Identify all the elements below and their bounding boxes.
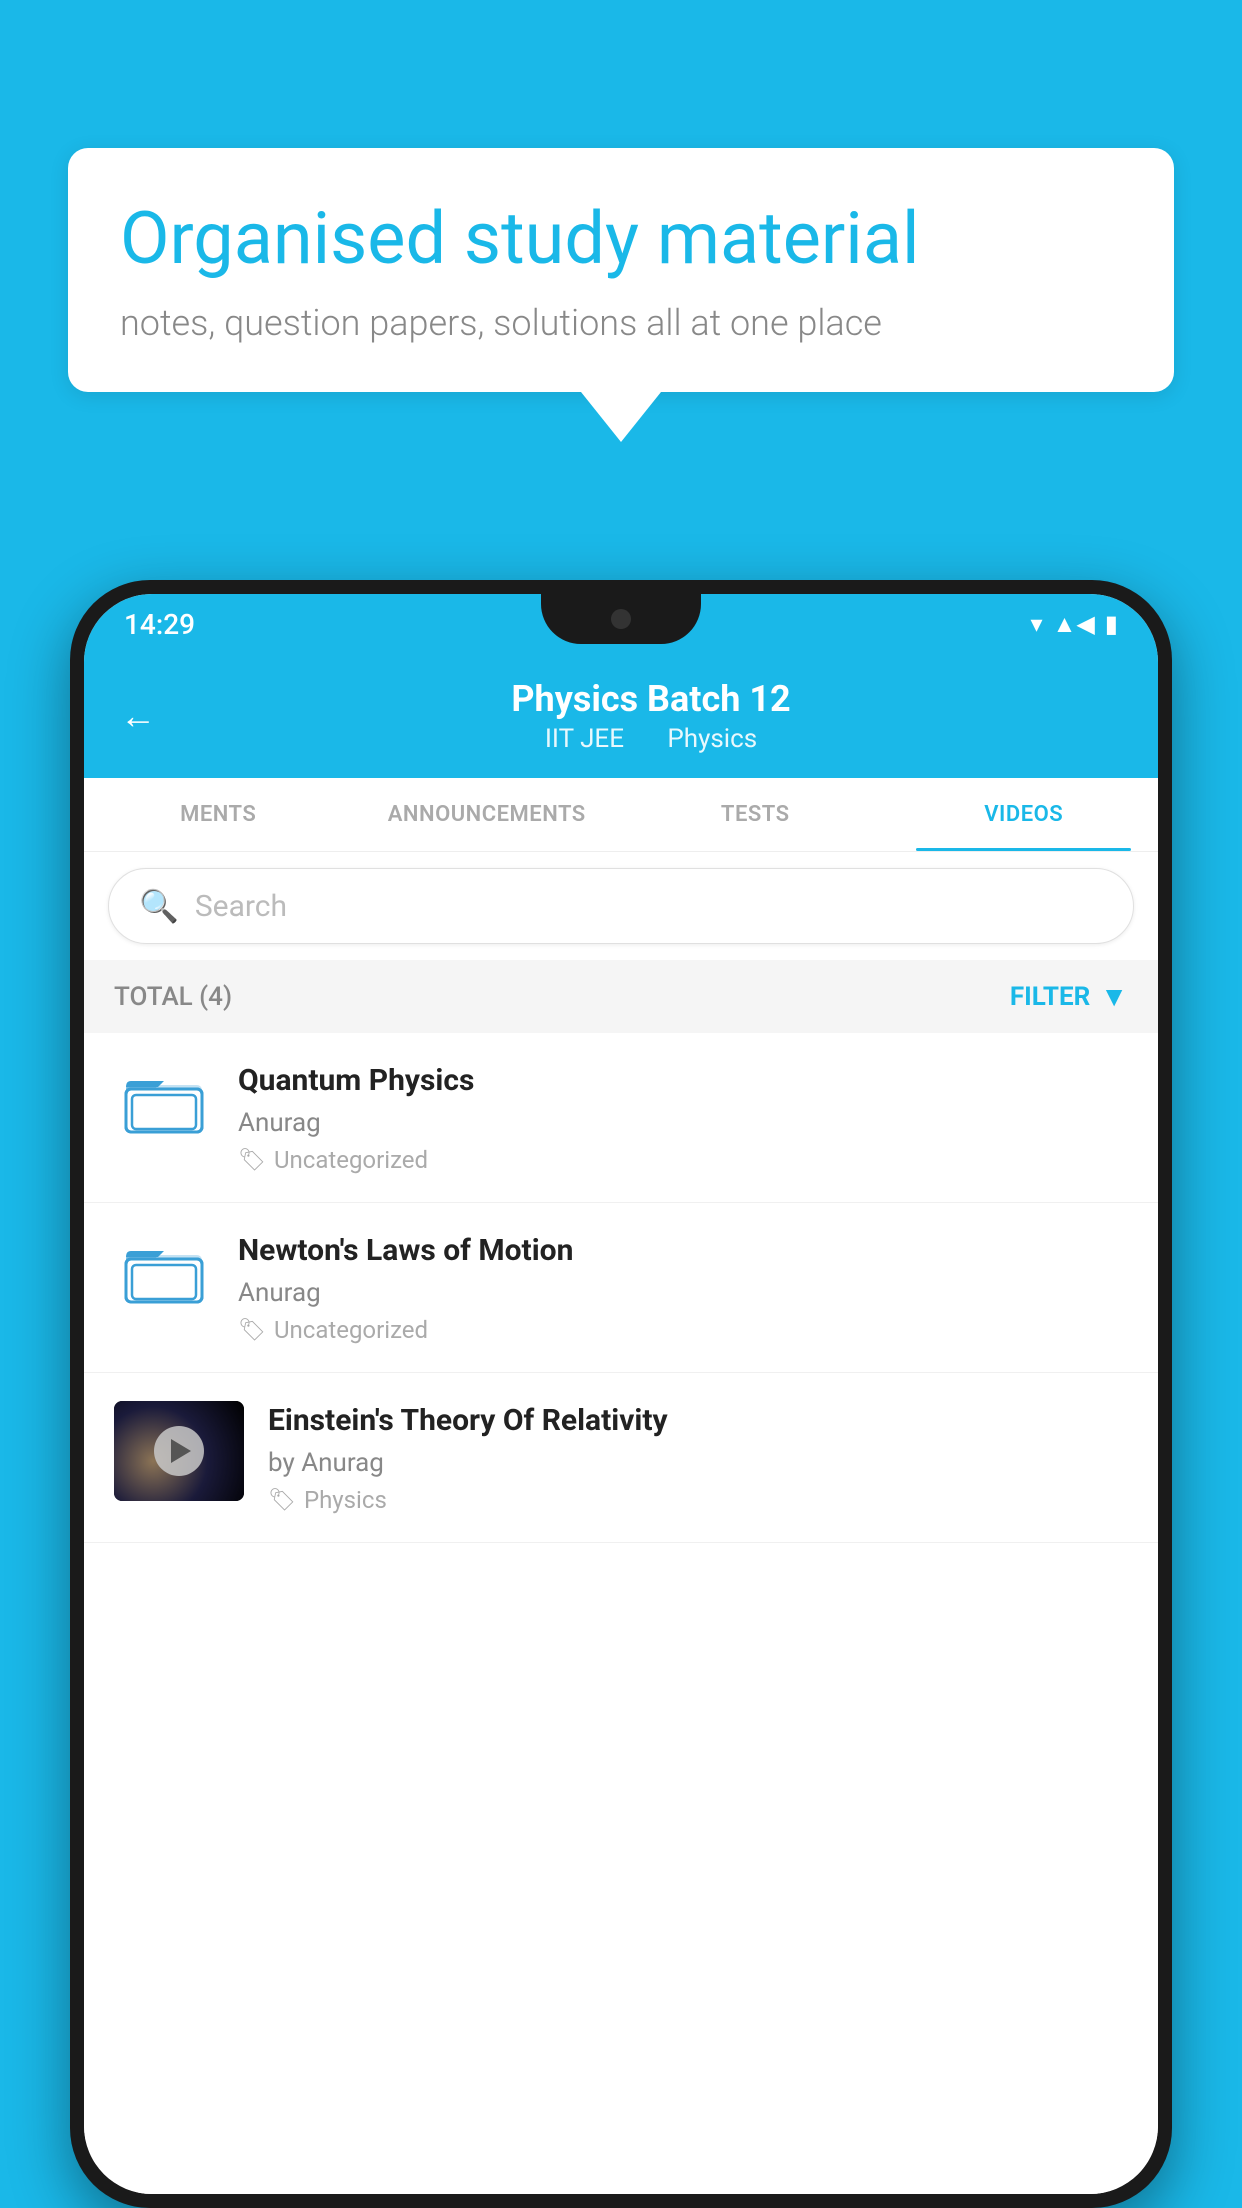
folder-icon-wrap: [114, 1061, 214, 1141]
list-item[interactable]: Quantum Physics Anurag 🏷 Uncategorized: [84, 1033, 1158, 1203]
total-count: TOTAL (4): [114, 982, 232, 1012]
filter-label: FILTER: [1010, 982, 1090, 1012]
hero-subtitle: notes, question papers, solutions all at…: [120, 302, 1122, 344]
tag-text: Uncategorized: [274, 1316, 428, 1344]
tag-icon: 🏷: [238, 1148, 266, 1173]
search-bar[interactable]: 🔍 Search: [108, 868, 1134, 944]
hero-section: Organised study material notes, question…: [68, 148, 1174, 442]
video-info: Newton's Laws of Motion Anurag 🏷 Uncateg…: [238, 1231, 1128, 1344]
list-item[interactable]: Einstein's Theory Of Relativity by Anura…: [84, 1373, 1158, 1543]
phone-screen: 14:29 ▾ ▲◀ ▮ ← Physics Batch 12: [84, 594, 1158, 2194]
tab-videos[interactable]: VIDEOS: [890, 778, 1159, 851]
phone-outer: 14:29 ▾ ▲◀ ▮ ← Physics Batch 12: [70, 580, 1172, 2208]
filter-icon: ▼: [1100, 980, 1128, 1013]
status-icons: ▾ ▲◀ ▮: [1031, 610, 1118, 639]
app-header: ← Physics Batch 12 IIT JEE Physics: [84, 654, 1158, 778]
tag-icon: 🏷: [238, 1318, 266, 1343]
signal-icon: ▲◀: [1053, 610, 1095, 639]
video-author: Anurag: [238, 1108, 1128, 1138]
tag-text: Uncategorized: [274, 1146, 428, 1174]
tag-icon: 🏷: [268, 1488, 296, 1513]
video-list: Quantum Physics Anurag 🏷 Uncategorized: [84, 1033, 1158, 2194]
video-title: Einstein's Theory Of Relativity: [268, 1401, 1128, 1440]
filter-button[interactable]: FILTER ▼: [1010, 980, 1128, 1013]
play-button[interactable]: [154, 1426, 204, 1476]
subtitle-part2: Physics: [667, 724, 757, 754]
subtitle-part1: IIT JEE: [545, 724, 624, 754]
camera: [611, 609, 631, 629]
header-title-block: Physics Batch 12 IIT JEE Physics: [180, 678, 1122, 754]
tab-documents[interactable]: MENTS: [84, 778, 353, 851]
tag-text: Physics: [304, 1486, 387, 1514]
search-icon: 🔍: [139, 887, 179, 925]
back-button[interactable]: ←: [120, 695, 156, 737]
video-info: Einstein's Theory Of Relativity by Anura…: [268, 1401, 1128, 1514]
tab-announcements[interactable]: ANNOUNCEMENTS: [353, 778, 622, 851]
list-item[interactable]: Newton's Laws of Motion Anurag 🏷 Uncateg…: [84, 1203, 1158, 1373]
video-title: Newton's Laws of Motion: [238, 1231, 1128, 1270]
video-tag: 🏷 Physics: [268, 1486, 1128, 1514]
video-tag: 🏷 Uncategorized: [238, 1146, 1128, 1174]
video-tag: 🏷 Uncategorized: [238, 1316, 1128, 1344]
play-icon: [171, 1439, 191, 1463]
hero-title: Organised study material: [120, 196, 1122, 282]
tab-bar: MENTS ANNOUNCEMENTS TESTS VIDEOS: [84, 778, 1158, 852]
wifi-icon: ▾: [1031, 610, 1043, 638]
search-container: 🔍 Search: [84, 852, 1158, 960]
page-title: Physics Batch 12: [180, 678, 1122, 720]
speech-bubble: Organised study material notes, question…: [68, 148, 1174, 392]
status-bar: 14:29 ▾ ▲◀ ▮: [84, 594, 1158, 654]
status-time: 14:29: [124, 608, 195, 641]
page-subtitle: IIT JEE Physics: [180, 724, 1122, 754]
tab-tests[interactable]: TESTS: [621, 778, 890, 851]
folder-icon: [124, 1239, 204, 1304]
video-author: Anurag: [238, 1278, 1128, 1308]
folder-icon-wrap: [114, 1231, 214, 1311]
folder-icon: [124, 1069, 204, 1134]
search-placeholder: Search: [195, 889, 287, 924]
video-title: Quantum Physics: [238, 1061, 1128, 1100]
phone-mockup: 14:29 ▾ ▲◀ ▮ ← Physics Batch 12: [70, 580, 1172, 2208]
speech-bubble-arrow: [581, 392, 661, 442]
video-info: Quantum Physics Anurag 🏷 Uncategorized: [238, 1061, 1128, 1174]
video-thumbnail: [114, 1401, 244, 1501]
battery-icon: ▮: [1105, 610, 1118, 638]
filter-row: TOTAL (4) FILTER ▼: [84, 960, 1158, 1033]
notch: [541, 594, 701, 644]
subtitle-separator: [642, 724, 655, 754]
video-author: by Anurag: [268, 1448, 1128, 1478]
